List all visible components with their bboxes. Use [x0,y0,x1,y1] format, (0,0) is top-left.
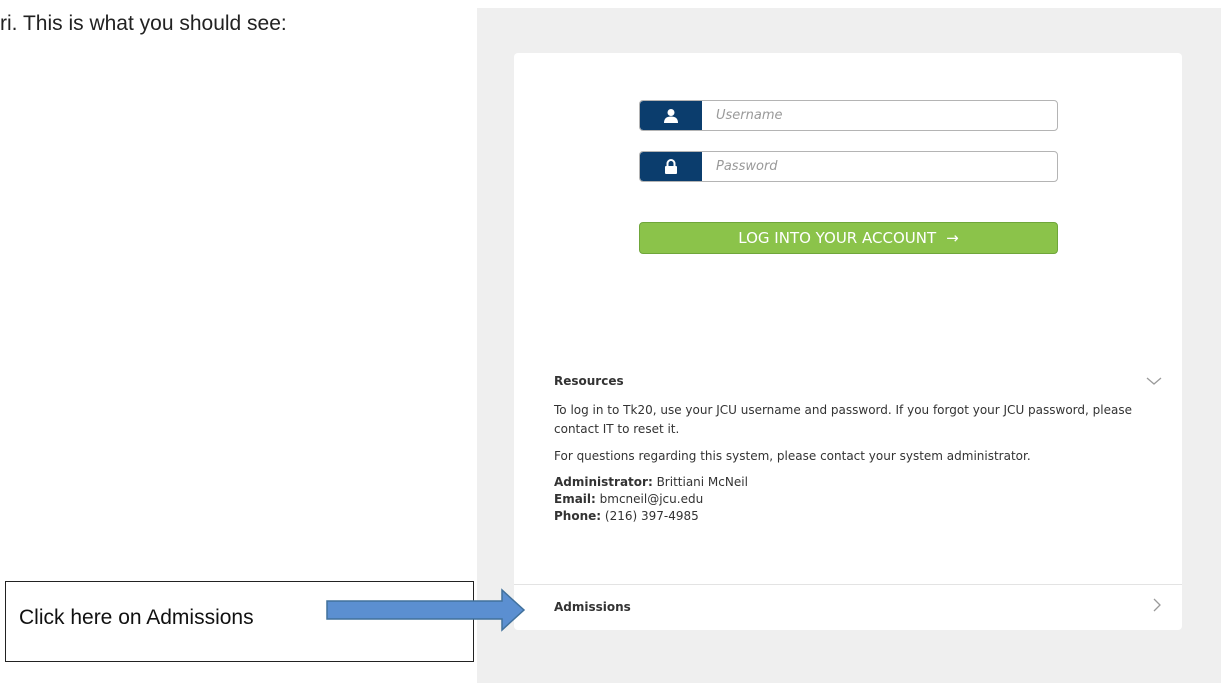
admissions-header[interactable]: Admissions [554,597,1162,617]
email-row: Email: bmcneil@jcu.edu [554,491,1168,508]
email-label: Email: [554,492,596,506]
login-button[interactable]: LOG INTO YOUR ACCOUNT → [639,222,1058,254]
resources-title: Resources [554,374,624,388]
administrator-row: Administrator: Brittiani McNeil [554,474,1168,491]
section-divider [514,584,1182,585]
phone-label: Phone: [554,509,602,523]
lock-icon [640,152,702,181]
administrator-label: Administrator: [554,475,653,489]
callout-text: Click here on Admissions [19,606,254,629]
email-value: bmcneil@jcu.edu [599,492,704,506]
admissions-title: Admissions [554,600,631,614]
callout-arrow-icon [326,588,526,632]
resources-paragraph-login: To log in to Tk20, use your JCU username… [554,403,1132,436]
chevron-down-icon[interactable] [1146,372,1162,390]
password-input[interactable] [702,152,1057,181]
document-intro-text: ri. This is what you should see: [0,12,287,35]
phone-row: Phone: (216) 397-4985 [554,508,1168,525]
chevron-right-icon[interactable] [1152,598,1162,616]
resources-paragraph-questions: For questions regarding this system, ple… [554,449,1031,463]
phone-value: (216) 397-4985 [604,509,699,523]
username-input[interactable] [702,101,1057,130]
user-icon [640,101,702,130]
login-button-label: LOG INTO YOUR ACCOUNT [738,229,937,247]
resources-body: To log in to Tk20, use your JCU username… [554,401,1168,525]
login-screen: LOG INTO YOUR ACCOUNT → Resources To log… [477,8,1221,683]
administrator-value: Brittiani McNeil [656,475,748,489]
password-field[interactable] [639,151,1058,182]
arrow-right-icon: → [946,229,959,247]
username-field[interactable] [639,100,1058,131]
login-card: LOG INTO YOUR ACCOUNT → Resources To log… [514,53,1182,630]
contact-info: Administrator: Brittiani McNeil Email: b… [554,474,1168,525]
resources-header[interactable]: Resources [554,371,1162,391]
